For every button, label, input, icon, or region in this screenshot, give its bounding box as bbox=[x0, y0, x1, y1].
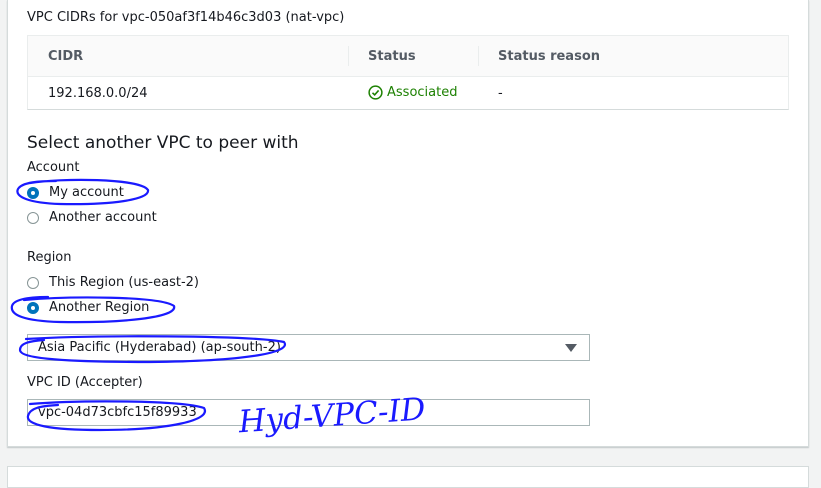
next-panel bbox=[7, 466, 809, 488]
radio-my-account[interactable]: My account bbox=[27, 185, 124, 200]
radio-button[interactable] bbox=[27, 211, 39, 224]
radio-button-selected[interactable] bbox=[27, 301, 39, 314]
cidr-table: CIDR Status Status reason 192.168.0.0/24… bbox=[27, 35, 789, 110]
column-header-status: Status bbox=[368, 49, 416, 64]
radio-button[interactable] bbox=[27, 276, 39, 289]
radio-button-selected[interactable] bbox=[27, 186, 39, 199]
region-select[interactable]: Asia Pacific (Hyderabad) (ap-south-2) bbox=[27, 334, 590, 361]
account-label: Account bbox=[27, 160, 80, 175]
cidr-table-title: VPC CIDRs for vpc-050af3f14b46c3d03 (nat… bbox=[27, 10, 345, 25]
cell-cidr: 192.168.0.0/24 bbox=[48, 86, 148, 101]
column-header-status-reason: Status reason bbox=[498, 49, 601, 64]
region-label: Region bbox=[27, 250, 72, 265]
radio-label: My account bbox=[49, 185, 124, 200]
cell-status: Associated bbox=[368, 85, 457, 100]
status-label: Associated bbox=[387, 85, 458, 100]
vpc-id-value: vpc-04d73cbfc15f89933 bbox=[38, 405, 197, 420]
check-circle-icon bbox=[368, 85, 383, 100]
caret-down-icon[interactable] bbox=[565, 344, 577, 352]
column-divider bbox=[478, 46, 479, 66]
cell-status-reason: - bbox=[498, 86, 503, 101]
radio-another-region[interactable]: Another Region bbox=[27, 300, 149, 315]
vpc-id-input[interactable]: vpc-04d73cbfc15f89933 bbox=[27, 399, 590, 426]
column-header-cidr: CIDR bbox=[48, 49, 84, 64]
radio-label: Another account bbox=[49, 210, 157, 225]
radio-label: Another Region bbox=[49, 300, 150, 315]
vpc-id-label: VPC ID (Accepter) bbox=[27, 375, 143, 390]
radio-this-region[interactable]: This Region (us-east-2) bbox=[27, 275, 199, 290]
region-select-value: Asia Pacific (Hyderabad) (ap-south-2) bbox=[38, 340, 281, 355]
section-title: Select another VPC to peer with bbox=[27, 133, 299, 153]
radio-label: This Region (us-east-2) bbox=[49, 275, 199, 290]
table-header: CIDR Status Status reason bbox=[28, 36, 788, 77]
column-divider bbox=[348, 46, 349, 66]
radio-another-account[interactable]: Another account bbox=[27, 210, 157, 225]
